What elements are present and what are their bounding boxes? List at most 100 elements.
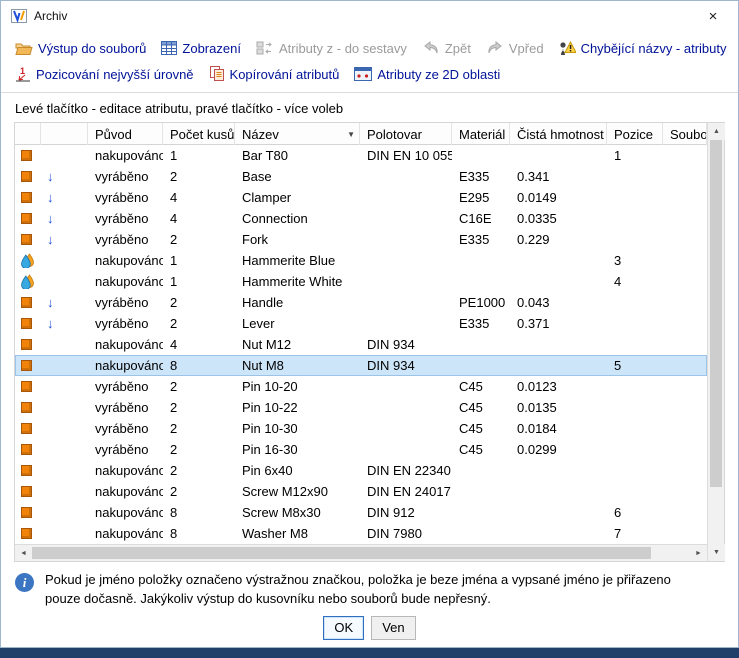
horizontal-scroll-track[interactable] bbox=[32, 545, 690, 561]
cell-nazev: Connection bbox=[235, 211, 360, 226]
column-label: Původ bbox=[95, 127, 132, 142]
table-row-selected[interactable]: nakupováno8Nut M8DIN 9345 bbox=[15, 355, 707, 376]
toolbar-item-zobrazeni[interactable]: Zobrazení bbox=[161, 41, 241, 56]
table-row[interactable]: vyráběno2Pin 10-22C450.0135 bbox=[15, 397, 707, 418]
button-row: OK Ven bbox=[1, 616, 738, 640]
column-label: Počet kusů bbox=[170, 127, 234, 142]
close-button[interactable]: × bbox=[698, 3, 728, 29]
cell-type-icon bbox=[15, 507, 41, 518]
cell-nazev: Pin 10-20 bbox=[235, 379, 360, 394]
column-header-puvod[interactable]: Původ bbox=[88, 123, 163, 145]
cell-type-icon bbox=[15, 444, 41, 455]
toolbar-item-kopirovani-atributu[interactable]: Kopírování atributů bbox=[209, 66, 340, 82]
cell-nazev: Washer M8 bbox=[235, 526, 360, 541]
info-icon: i bbox=[15, 573, 34, 592]
table-row[interactable]: nakupováno8Washer M8DIN 79807 bbox=[15, 523, 707, 544]
cell-nazev: Screw M12x90 bbox=[235, 484, 360, 499]
column-label: Pozice bbox=[614, 127, 653, 142]
cell-nazev: Nut M12 bbox=[235, 337, 360, 352]
scroll-down-icon[interactable]: ▼ bbox=[708, 544, 725, 561]
cell-material: C16E bbox=[452, 211, 510, 226]
cell-pozice: 1 bbox=[607, 148, 663, 163]
cell-material: C45 bbox=[452, 442, 510, 457]
scroll-right-icon[interactable]: ► bbox=[690, 545, 707, 561]
table-row[interactable]: nakupováno4Nut M12DIN 934 bbox=[15, 334, 707, 355]
column-header-type-icon[interactable] bbox=[15, 123, 41, 145]
table-row[interactable]: ↓vyráběno2HandlePE10000.043 bbox=[15, 292, 707, 313]
table-body: nakupováno1Bar T80DIN EN 10 0551↓vyráběn… bbox=[15, 145, 707, 544]
toolbar-item-label: Chybějící názvy - atributy bbox=[581, 41, 727, 56]
cell-cista-hmotnost: 0.371 bbox=[510, 316, 607, 331]
cell-pocet-kusu: 8 bbox=[163, 505, 235, 520]
toolbar-item-label: Zobrazení bbox=[182, 41, 241, 56]
table-row[interactable]: ↓vyráběno4ConnectionC16E0.0335 bbox=[15, 208, 707, 229]
info-note: i Pokud je jméno položky označeno výstra… bbox=[15, 571, 724, 609]
cell-nazev: Hammerite White bbox=[235, 274, 360, 289]
column-header-pocet-kusu[interactable]: Počet kusů bbox=[163, 123, 235, 145]
cell-pocet-kusu: 2 bbox=[163, 316, 235, 331]
parts-table-main: Původ Počet kusůNázev▼Polotovar Materiál Či… bbox=[15, 123, 707, 561]
warning-icon bbox=[559, 41, 576, 56]
table-row[interactable]: ↓vyráběno4ClamperE2950.0149 bbox=[15, 187, 707, 208]
vertical-scrollbar[interactable]: ▲ ▼ bbox=[707, 123, 724, 561]
ven-button[interactable]: Ven bbox=[371, 616, 415, 640]
table-row[interactable]: nakupováno2Pin 6x40DIN EN 22340 bbox=[15, 460, 707, 481]
column-header-material[interactable]: Materiál bbox=[452, 123, 510, 145]
vertical-scroll-thumb[interactable] bbox=[710, 140, 722, 487]
cell-type-icon bbox=[15, 234, 41, 245]
cell-type-icon bbox=[15, 465, 41, 476]
scroll-left-icon[interactable]: ◄ bbox=[15, 545, 32, 561]
cell-puvod: nakupováno bbox=[88, 337, 163, 352]
horizontal-scroll-thumb[interactable] bbox=[32, 547, 651, 559]
copy-attributes-icon bbox=[209, 66, 225, 82]
cell-nazev: Base bbox=[235, 169, 360, 184]
level-down-arrow-icon: ↓ bbox=[47, 233, 54, 246]
cell-nazev: Fork bbox=[235, 232, 360, 247]
column-header-cista-hmotnost[interactable]: Čistá hmotnost bbox=[510, 123, 607, 145]
horizontal-scrollbar[interactable]: ◄ ► bbox=[15, 544, 707, 561]
cell-cista-hmotnost: 0.0184 bbox=[510, 421, 607, 436]
toolbar: Výstup do souborů Zobrazení bbox=[1, 31, 738, 92]
part-icon bbox=[21, 297, 32, 308]
cell-polotovar: DIN 934 bbox=[360, 358, 452, 373]
table-row[interactable]: vyráběno2Pin 10-20C450.0123 bbox=[15, 376, 707, 397]
column-header-level[interactable] bbox=[41, 123, 88, 145]
table-row[interactable]: ↓vyráběno2BaseE3350.341 bbox=[15, 166, 707, 187]
toolbar-item-pozicovani[interactable]: 1 Pozicování nejvyšší úrovně bbox=[15, 66, 194, 82]
column-label: Materiál bbox=[459, 127, 505, 142]
table-row[interactable]: nakupováno8Screw M8x30DIN 9126 bbox=[15, 502, 707, 523]
table-row[interactable]: nakupováno1Bar T80DIN EN 10 0551 bbox=[15, 145, 707, 166]
cell-pozice: 3 bbox=[607, 253, 663, 268]
ok-button[interactable]: OK bbox=[323, 616, 364, 640]
cell-polotovar: DIN 912 bbox=[360, 505, 452, 520]
cell-pocet-kusu: 1 bbox=[163, 253, 235, 268]
column-header-polotovar[interactable]: Polotovar bbox=[360, 123, 452, 145]
table-row[interactable]: ↓vyráběno2LeverE3350.371 bbox=[15, 313, 707, 334]
titlebar: Archiv × bbox=[1, 1, 738, 31]
level-down-arrow-icon: ↓ bbox=[47, 170, 54, 183]
table-row[interactable]: nakupováno1Hammerite Blue3 bbox=[15, 250, 707, 271]
column-header-nazev[interactable]: Název▼ bbox=[235, 123, 360, 145]
toolbar-item-chybejici-nazvy[interactable]: Chybějící názvy - atributy bbox=[559, 41, 727, 56]
cell-level: ↓ bbox=[41, 191, 88, 204]
table-row[interactable]: vyráběno2Pin 16-30C450.0299 bbox=[15, 439, 707, 460]
cell-type-icon bbox=[15, 297, 41, 308]
vertical-scroll-track[interactable] bbox=[708, 140, 724, 544]
toolbar-item-label: Pozicování nejvyšší úrovně bbox=[36, 67, 194, 82]
column-header-soubor[interactable]: Soubor bbox=[663, 123, 707, 145]
cell-nazev: Pin 16-30 bbox=[235, 442, 360, 457]
cell-nazev: Bar T80 bbox=[235, 148, 360, 163]
table-row[interactable]: nakupováno1Hammerite White4 bbox=[15, 271, 707, 292]
table-row[interactable]: ↓vyráběno2ForkE3350.229 bbox=[15, 229, 707, 250]
table-row[interactable]: nakupováno2Screw M12x90DIN EN 24017 bbox=[15, 481, 707, 502]
cell-pocet-kusu: 2 bbox=[163, 232, 235, 247]
column-header-pozice[interactable]: Pozice bbox=[607, 123, 663, 145]
toolbar-item-vystup-do-souboru[interactable]: Výstup do souborů bbox=[15, 41, 146, 56]
toolbar-row-1: Výstup do souborů Zobrazení bbox=[15, 35, 724, 61]
info-text: Pokud je jméno položky označeno výstražn… bbox=[45, 571, 707, 609]
table-row[interactable]: vyráběno2Pin 10-30C450.0184 bbox=[15, 418, 707, 439]
toolbar-item-atributy-2d[interactable]: Atributy ze 2D oblasti bbox=[354, 67, 500, 82]
sort-desc-icon: ▼ bbox=[344, 130, 355, 139]
scroll-up-icon[interactable]: ▲ bbox=[708, 123, 725, 140]
cell-type-icon bbox=[15, 171, 41, 182]
